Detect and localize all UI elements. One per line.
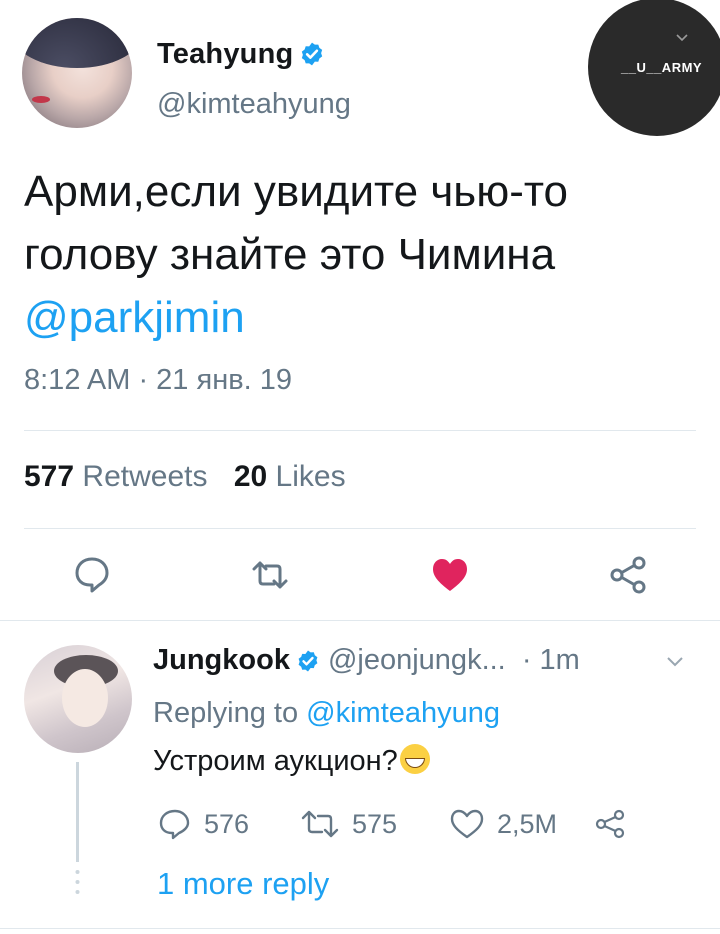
likes-stat[interactable]: 20 Likes bbox=[234, 460, 346, 493]
heart-outline-icon bbox=[450, 809, 484, 839]
share-icon[interactable] bbox=[594, 808, 626, 840]
reply-header[interactable]: Jungkook @jeonjungk... · 1m bbox=[153, 644, 580, 677]
divider bbox=[24, 430, 696, 431]
replying-to: Replying to @kimteahyung bbox=[153, 697, 500, 730]
reply-time: · 1m bbox=[521, 644, 580, 676]
tweet-timestamp[interactable]: 8:12 AM · 21 янв. 19 bbox=[24, 364, 292, 397]
retweet-count: 575 bbox=[352, 808, 398, 839]
likes-count: 20 bbox=[233, 460, 268, 493]
retweets-stat[interactable]: 577 Retweets bbox=[24, 460, 207, 493]
tweet-text: Арми,если увидите чью-то голову знайте э… bbox=[24, 160, 704, 349]
author-name-text: Teahyung bbox=[157, 38, 294, 70]
more-replies-link[interactable]: 1 more reply bbox=[157, 866, 329, 902]
like-heart-icon[interactable] bbox=[428, 553, 472, 597]
grinning-emoji-icon bbox=[399, 744, 430, 774]
share-icon[interactable] bbox=[606, 553, 650, 597]
divider bbox=[24, 528, 696, 529]
retweets-label: Retweets bbox=[82, 460, 208, 493]
watermark-logo: __U__ARMY bbox=[588, 0, 720, 136]
replying-to-mention[interactable]: @kimteahyung bbox=[306, 697, 500, 729]
thread-dots-icon bbox=[75, 870, 80, 894]
reply-reply-button[interactable]: 576 bbox=[158, 808, 249, 840]
section-divider bbox=[0, 928, 720, 929]
retweet-icon[interactable] bbox=[248, 553, 292, 597]
reply-text-body: Устроим аукцион? bbox=[153, 745, 398, 777]
retweet-icon bbox=[301, 810, 339, 838]
author-display-name[interactable]: Teahyung bbox=[157, 38, 325, 71]
reply-author-name: Jungkook bbox=[153, 644, 290, 676]
tweet-text-line-2: голову знайте это Чимина bbox=[24, 230, 556, 279]
retweets-count: 577 bbox=[24, 460, 75, 493]
likes-label: Likes bbox=[275, 460, 346, 493]
chevron-down-icon[interactable] bbox=[666, 656, 684, 668]
reply-author-handle: @jeonjungk... bbox=[327, 644, 506, 676]
verified-badge-icon bbox=[302, 42, 323, 66]
speech-bubble-icon bbox=[159, 809, 190, 840]
reply-count: 576 bbox=[204, 808, 250, 839]
reply-author-avatar[interactable] bbox=[24, 645, 132, 753]
thread-line bbox=[76, 762, 79, 862]
section-divider bbox=[0, 620, 720, 621]
tweet-stats: 577 Retweets 20 Likes bbox=[24, 460, 346, 494]
reply-text: Устроим аукцион? bbox=[153, 744, 430, 778]
author-handle[interactable]: @kimteahyung bbox=[157, 88, 351, 121]
reply-like-button[interactable]: 2,5M bbox=[449, 808, 557, 840]
verified-badge-icon bbox=[298, 650, 318, 672]
chevron-down-icon bbox=[676, 34, 688, 42]
replying-prefix: Replying to bbox=[153, 697, 299, 729]
like-count: 2,5M bbox=[497, 808, 558, 839]
mention-link[interactable]: @parkjimin bbox=[24, 286, 704, 349]
watermark-text: __U__ARMY bbox=[621, 60, 703, 75]
tweet-text-line-1: Арми,если увидите чью-то bbox=[24, 167, 569, 216]
author-avatar[interactable] bbox=[22, 18, 132, 128]
reply-icon[interactable] bbox=[70, 553, 114, 597]
reply-retweet-button[interactable]: 575 bbox=[300, 808, 397, 840]
